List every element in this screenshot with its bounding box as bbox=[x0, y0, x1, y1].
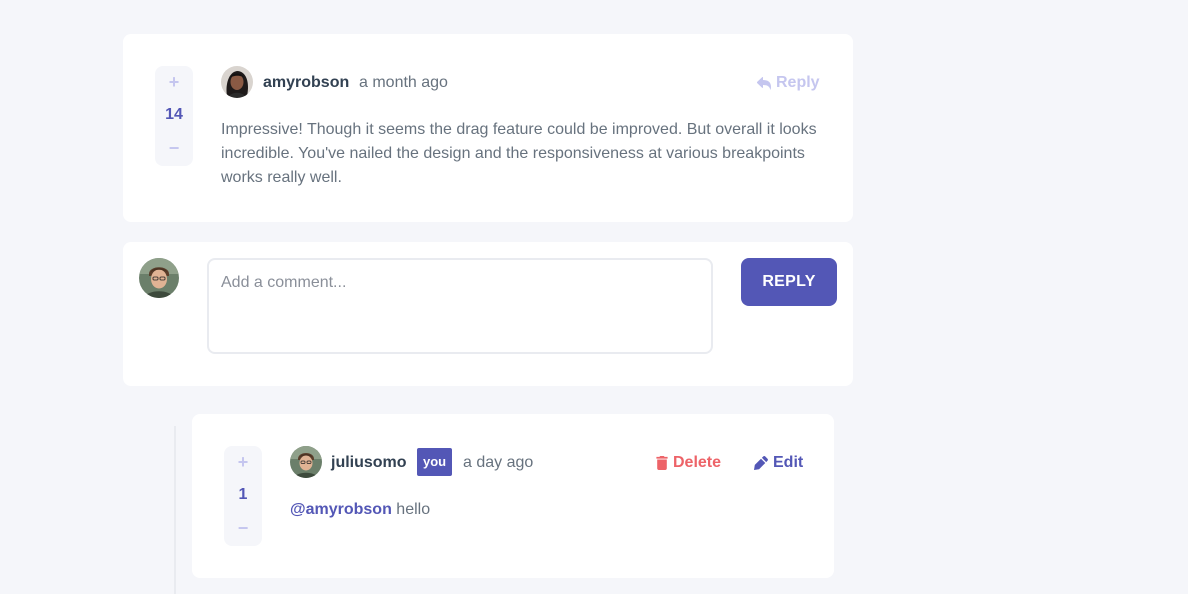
downvote-button[interactable]: − bbox=[162, 138, 186, 158]
reply-card: + 1 − juliusomo you a day ago Delete Edi… bbox=[192, 414, 834, 578]
pencil-icon bbox=[754, 456, 768, 470]
current-user-avatar bbox=[139, 258, 179, 298]
delete-label: Delete bbox=[673, 454, 722, 471]
reply-form-card: REPLY bbox=[123, 242, 853, 386]
upvote-button[interactable]: + bbox=[231, 452, 255, 472]
reply-timestamp: a day ago bbox=[463, 454, 534, 471]
comment-username[interactable]: amyrobson bbox=[263, 74, 349, 92]
comment-input[interactable] bbox=[207, 258, 713, 354]
reply-button[interactable]: Reply bbox=[757, 74, 820, 92]
reply-body: @amyrobson hello bbox=[290, 498, 800, 522]
downvote-button[interactable]: − bbox=[231, 518, 255, 538]
avatar bbox=[221, 66, 253, 98]
comment-body: Impressive! Though it seems the drag fea… bbox=[221, 121, 817, 186]
vote-widget: + 1 − bbox=[224, 446, 262, 546]
vote-count: 1 bbox=[238, 486, 248, 503]
thread-divider bbox=[174, 426, 176, 594]
delete-button[interactable]: Delete bbox=[656, 454, 721, 472]
reply-body-text: hello bbox=[391, 501, 431, 518]
reply-arrow-icon bbox=[757, 76, 771, 90]
you-badge: you bbox=[417, 448, 453, 476]
reply-username[interactable]: juliusomo bbox=[331, 454, 407, 472]
reply-submit-button[interactable]: REPLY bbox=[741, 258, 837, 306]
edit-label: Edit bbox=[773, 454, 804, 471]
comment-timestamp: a month ago bbox=[359, 74, 448, 91]
mention-link[interactable]: @amyrobson bbox=[290, 501, 392, 518]
comment-card: + 14 − amyrobson a month ago Reply Impre… bbox=[123, 34, 853, 222]
avatar bbox=[290, 446, 322, 478]
edit-button[interactable]: Edit bbox=[754, 454, 803, 472]
vote-count: 14 bbox=[165, 106, 183, 123]
upvote-button[interactable]: + bbox=[162, 72, 186, 92]
vote-widget: + 14 − bbox=[155, 66, 193, 166]
reply-label: Reply bbox=[776, 74, 820, 91]
trash-icon bbox=[656, 456, 668, 470]
